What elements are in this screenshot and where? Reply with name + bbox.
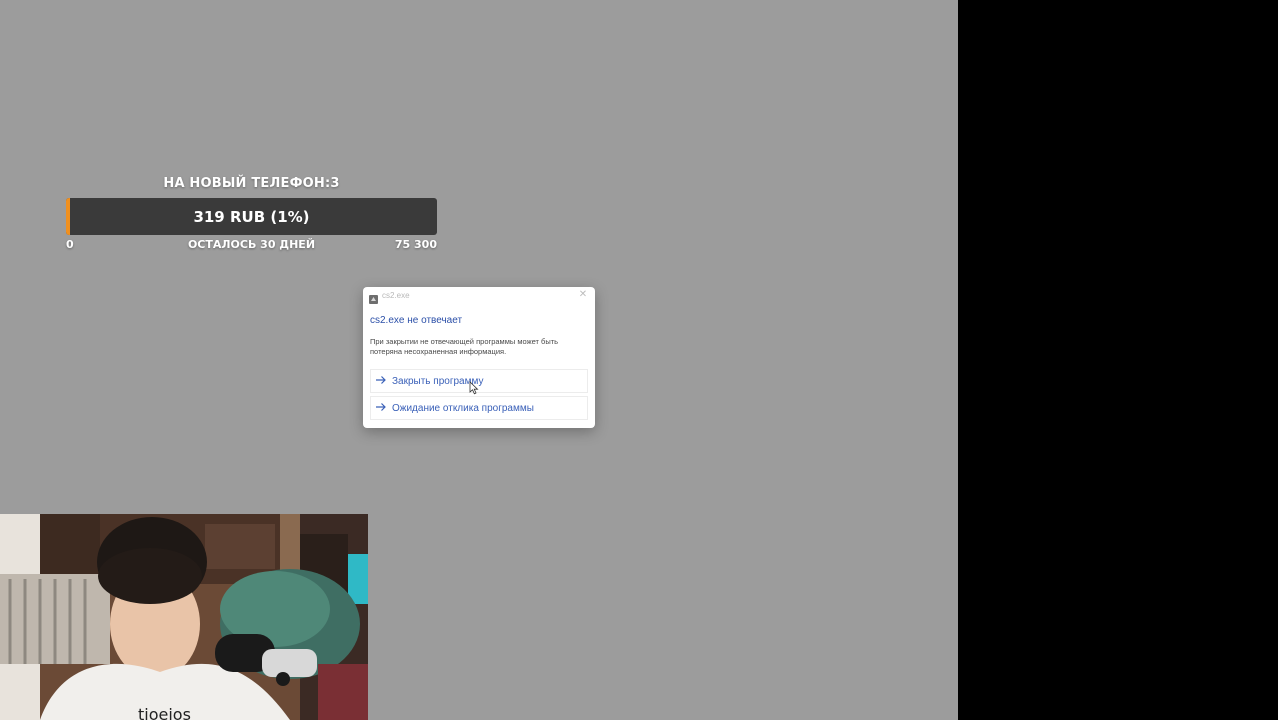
goal-progress-bar: 319 RUB (1%) xyxy=(66,198,437,235)
arrow-right-icon xyxy=(375,375,389,388)
dialog-titlebar[interactable]: cs2.exe ✕ xyxy=(363,287,595,305)
close-icon[interactable]: ✕ xyxy=(577,289,589,300)
dialog-message: При закрытии не отвечающей программы мож… xyxy=(370,337,559,356)
wait-for-program-label: Ожидание отклика программы xyxy=(392,402,534,414)
app-icon xyxy=(369,291,378,304)
mouse-cursor-icon xyxy=(469,381,479,395)
goal-remaining-label: ОСТАЛОСЬ 30 ДНЕЙ xyxy=(187,238,316,251)
webcam-feed: tioeios xyxy=(0,514,368,720)
goal-max-label: 75 300 xyxy=(394,238,437,251)
goal-progress-label: 319 RUB (1%) xyxy=(193,207,310,226)
svg-text:tioeios: tioeios xyxy=(138,705,191,720)
stream-scene: НА НОВЫЙ ТЕЛЕФОН:3 319 RUB (1%) 0 ОСТАЛО… xyxy=(0,0,958,720)
black-side-panel xyxy=(958,0,1278,720)
wait-for-program-button[interactable]: Ожидание отклика программы xyxy=(370,396,588,420)
not-responding-dialog: cs2.exe ✕ cs2.exe не отвечает При закрыт… xyxy=(363,287,595,428)
goal-title: НА НОВЫЙ ТЕЛЕФОН:3 xyxy=(163,176,340,191)
arrow-right-icon xyxy=(375,402,389,415)
dialog-app-name: cs2.exe xyxy=(382,291,410,300)
webcam-image: tioeios xyxy=(0,514,368,720)
close-program-button[interactable]: Закрыть программу xyxy=(370,369,588,393)
dialog-heading: cs2.exe не отвечает xyxy=(370,315,463,326)
goal-footer: 0 ОСТАЛОСЬ 30 ДНЕЙ 75 300 xyxy=(66,238,437,254)
